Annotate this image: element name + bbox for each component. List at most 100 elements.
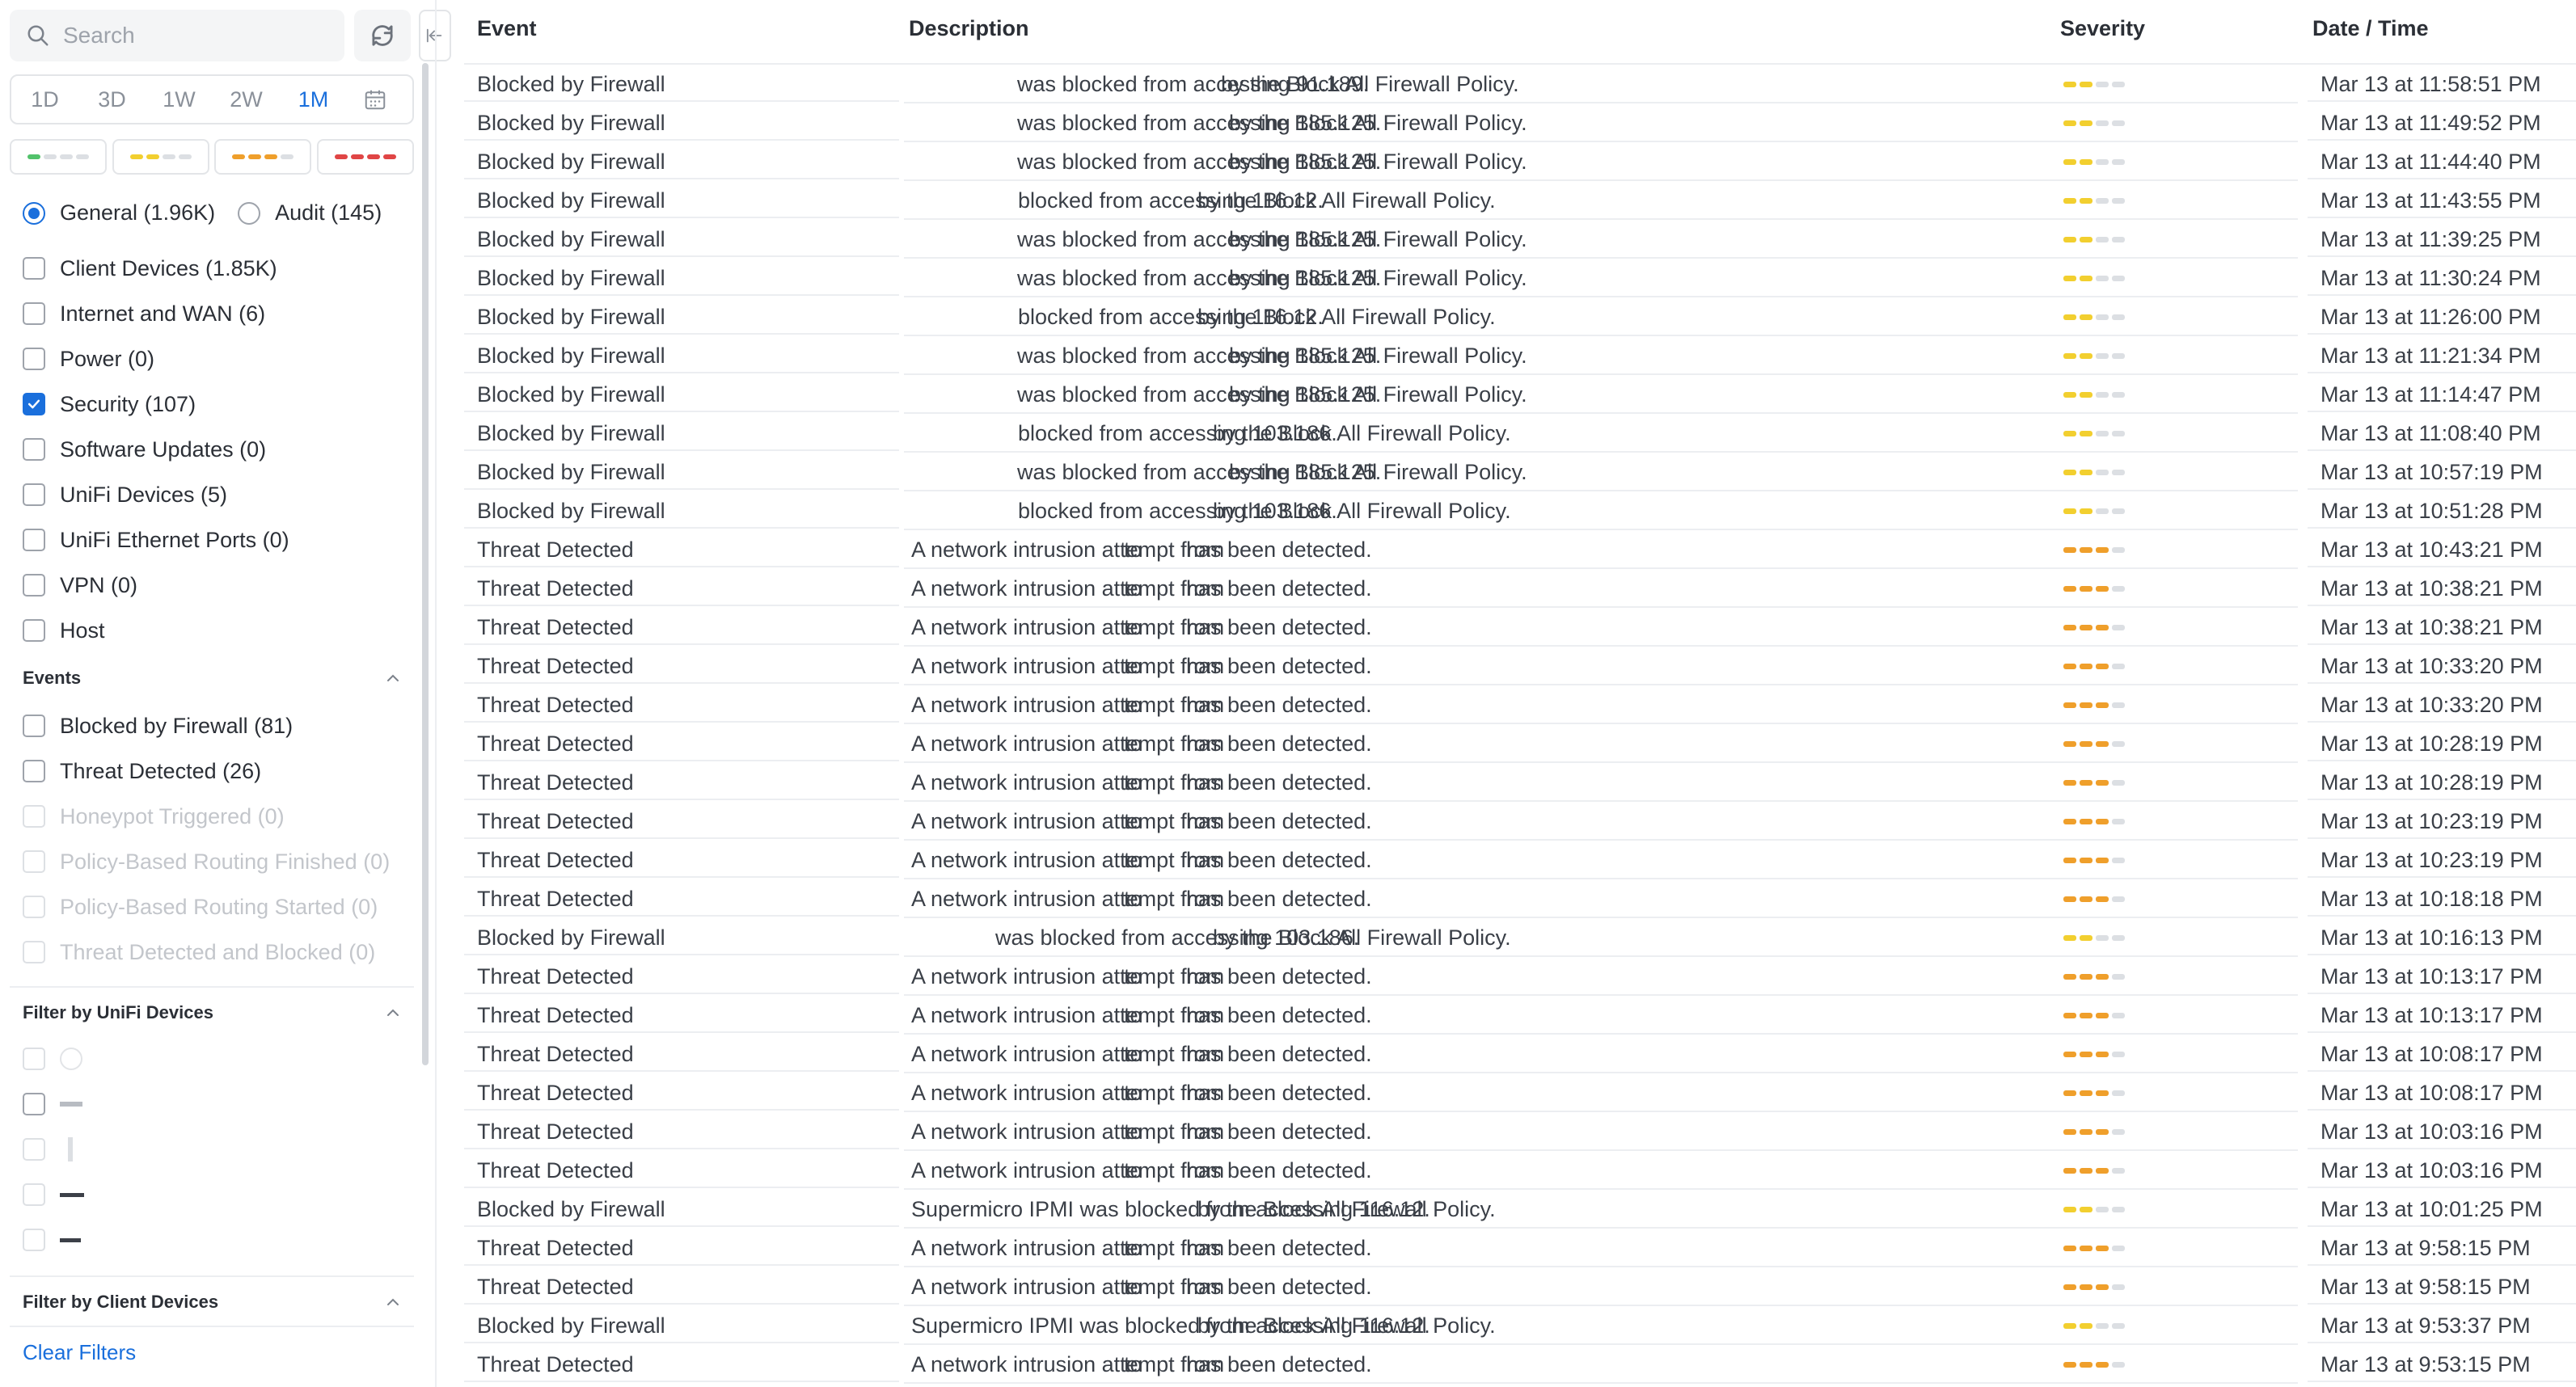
severity-segment [232,154,246,159]
column-header-event[interactable]: Event [477,16,537,41]
checkbox[interactable] [23,760,45,782]
table-row[interactable]: Threat Detected A network intrusion attem… [464,879,2576,918]
range-1d-button[interactable]: 1D [11,87,78,112]
checkbox[interactable] [23,302,45,325]
unifi-device-item[interactable] [23,1133,73,1166]
table-row[interactable]: Threat Detected A network intrusion attem… [464,530,2576,569]
checkbox[interactable] [23,1093,45,1115]
search-box[interactable] [10,10,344,61]
table-row[interactable]: Threat Detected A network intrusion attem… [464,1112,2576,1151]
table-row[interactable]: Blocked by Firewall Supermicro IPMI was b… [464,1306,2576,1345]
category-filter-software-updates[interactable]: Software Updates (0) [23,433,266,466]
table-row[interactable]: Threat Detected A network intrusion attem… [464,1035,2576,1073]
checkbox[interactable] [23,393,45,415]
table-row[interactable]: Threat Detected A network intrusion attem… [464,724,2576,763]
table-row[interactable]: Blocked by Firewall blocked from accessin… [464,297,2576,336]
description-cell: A network intrusion attempt from to has be… [904,1151,2101,1190]
checkbox[interactable] [23,1229,45,1251]
custom-range-button[interactable] [347,87,403,112]
unifi-device-item[interactable] [23,1043,82,1075]
clear-filters-link[interactable]: Clear Filters [23,1340,136,1365]
table-row[interactable]: Blocked by Firewall was blocked from acce… [464,220,2576,259]
table-row[interactable]: Threat Detected A network intrusion attem… [464,1267,2576,1306]
table-row[interactable]: Threat Detected A network intrusion attem… [464,1073,2576,1112]
table-row[interactable]: Threat Detected A network intrusion attem… [464,569,2576,608]
table-row[interactable]: Blocked by Firewall was blocked from acce… [464,103,2576,142]
table-row[interactable]: Blocked by Firewall blocked from accessin… [464,414,2576,453]
table-row[interactable]: Threat Detected A network intrusion attem… [464,1151,2576,1190]
table-row[interactable]: Threat Detected A network intrusion attem… [464,608,2576,647]
unifi-device-item[interactable] [23,1224,81,1256]
column-header-severity[interactable]: Severity [2060,16,2145,41]
client-devices-section-header[interactable]: Filter by Client Devices [23,1292,403,1313]
datetime-cell: Mar 13 at 11:49:52 PM [2308,103,2576,141]
table-row[interactable]: Threat Detected A network intrusion attem… [464,1229,2576,1267]
checkbox[interactable] [23,1138,45,1161]
checkbox[interactable] [23,715,45,737]
table-row[interactable]: Threat Detected A network intrusion attem… [464,1345,2576,1384]
checkbox[interactable] [23,1183,45,1206]
table-row[interactable]: Blocked by Firewall was blocked from acce… [464,375,2576,414]
description-text: by the Block All Firewall Policy. [1229,460,1527,484]
event-filter-blocked-by-firewall[interactable]: Blocked by Firewall (81) [23,710,293,742]
table-row[interactable]: Blocked by Firewall was blocked from acce… [464,65,2576,103]
severity-critical-filter[interactable] [316,139,414,175]
severity-medium-filter[interactable] [112,139,209,175]
category-filter-security[interactable]: Security (107) [23,388,196,420]
table-row[interactable]: Blocked by Firewall blocked from accessin… [464,491,2576,530]
severity-segment [2063,1167,2076,1174]
table-row[interactable]: Threat Detected A network intrusion attem… [464,802,2576,841]
category-filter-host[interactable]: Host [23,614,105,647]
table-row[interactable]: Threat Detected A network intrusion attem… [464,647,2576,685]
checkbox[interactable] [23,483,45,506]
table-row[interactable]: Threat Detected A network intrusion attem… [464,685,2576,724]
checkbox[interactable] [23,348,45,370]
refresh-button[interactable] [354,10,411,61]
events-section-header[interactable]: Events [23,668,403,689]
checkbox[interactable] [23,619,45,642]
checkbox[interactable] [23,438,45,461]
column-header-datetime[interactable]: Date / Time [2312,16,2429,41]
severity-low-filter[interactable] [10,139,107,175]
severity-segment [2063,236,2076,242]
datetime-cell: Mar 13 at 10:08:17 PM [2308,1035,2576,1072]
table-row[interactable]: Blocked by Firewall was blocked from acce… [464,453,2576,491]
table-row[interactable]: Threat Detected A network intrusion attem… [464,763,2576,802]
range-1m-button[interactable]: 1M [280,87,347,112]
severity-indicator [2063,1012,2125,1018]
unifi-device-item[interactable] [23,1178,84,1211]
table-row[interactable]: Blocked by Firewall Supermicro IPMI was b… [464,1190,2576,1229]
category-filter-vpn[interactable]: VPN (0) [23,569,137,601]
table-row[interactable]: Blocked by Firewall blocked from accessin… [464,181,2576,220]
search-input[interactable] [61,22,332,49]
range-2w-button[interactable]: 2W [213,87,280,112]
table-row[interactable]: Threat Detected A network intrusion attem… [464,957,2576,996]
category-filter-client-devices[interactable]: Client Devices (1.85K) [23,252,277,285]
audit-radio[interactable] [238,201,261,225]
category-filter-power[interactable]: Power (0) [23,343,154,375]
unifi-device-item[interactable] [23,1088,82,1120]
general-radio[interactable] [23,201,45,225]
severity-high-filter[interactable] [214,139,312,175]
table-row[interactable]: Threat Detected A network intrusion attem… [464,996,2576,1035]
sidebar-scrollbar[interactable] [422,63,429,1065]
table-row[interactable]: Blocked by Firewall was blocked from acce… [464,336,2576,375]
category-filter-unifi-devices[interactable]: UniFi Devices (5) [23,478,227,511]
column-header-description[interactable]: Description [909,16,1029,41]
range-3d-button[interactable]: 3D [78,87,146,112]
unifi-devices-section-header[interactable]: Filter by UniFi Devices [23,1002,403,1023]
table-row[interactable]: Blocked by Firewall was blocked from acce… [464,142,2576,181]
description-text: by the Block All Firewall Policy. [1221,72,1519,96]
table-row[interactable]: Blocked by Firewall was blocked from acce… [464,918,2576,957]
table-row[interactable]: Blocked by Firewall was blocked from acce… [464,259,2576,297]
category-filter-internet-and-wan[interactable]: Internet and WAN (6) [23,297,265,330]
checkbox[interactable] [23,257,45,280]
event-cell: Blocked by Firewall [464,103,899,141]
range-1w-button[interactable]: 1W [146,87,213,112]
event-filter-threat-detected[interactable]: Threat Detected (26) [23,755,261,787]
checkbox[interactable] [23,574,45,597]
table-row[interactable]: Threat Detected A network intrusion attem… [464,841,2576,879]
checkbox[interactable] [23,1048,45,1070]
checkbox[interactable] [23,529,45,551]
category-filter-unifi-ethernet-ports[interactable]: UniFi Ethernet Ports (0) [23,524,289,556]
